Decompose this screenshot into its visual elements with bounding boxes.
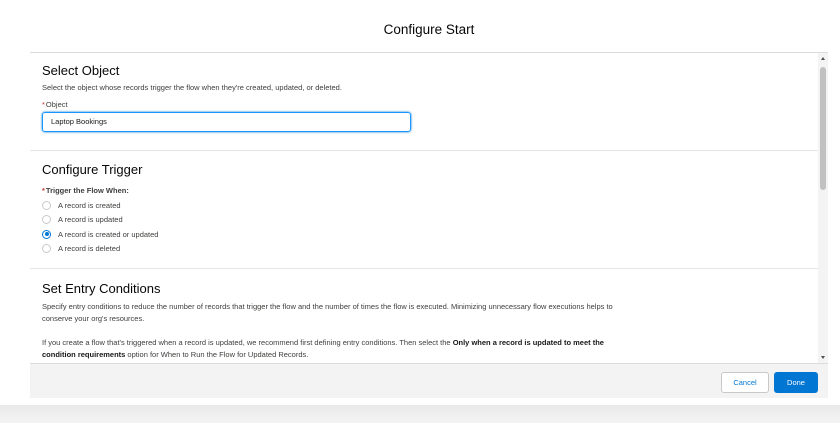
trigger-option-label: A record is updated: [58, 215, 123, 225]
radio-button-selected[interactable]: [42, 229, 51, 239]
radio-button[interactable]: [42, 244, 51, 254]
scroll-down-arrow-icon[interactable]: [821, 356, 825, 359]
trigger-radio-group: A record is created A record is updated …: [42, 198, 816, 256]
trigger-option-created[interactable]: A record is created: [42, 198, 816, 213]
configure-trigger-heading: Configure Trigger: [42, 162, 143, 177]
modal-footer: Cancel Done: [30, 363, 828, 398]
modal-body: Select Object Select the object whose re…: [30, 53, 828, 363]
select-object-section: Select Object Select the object whose re…: [30, 53, 828, 151]
entry-conditions-description: Specify entry conditions to reduce the n…: [42, 302, 613, 323]
select-object-heading: Select Object: [42, 63, 120, 78]
radio-button[interactable]: [42, 200, 51, 210]
scrollbar-thumb[interactable]: [820, 67, 826, 190]
recommendation-text: If you create a flow that's triggered wh…: [42, 338, 453, 347]
trigger-field-label: *Trigger the Flow When:: [42, 186, 816, 195]
configure-trigger-section: Configure Trigger *Trigger the Flow When…: [30, 151, 828, 269]
entry-conditions-section: Set Entry Conditions Specify entry condi…: [30, 269, 828, 361]
trigger-option-label: A record is created: [58, 200, 121, 210]
required-marker: *: [42, 186, 45, 195]
recommendation-text-end: option for When to Run the Flow for Upda…: [125, 350, 309, 359]
trigger-option-label: A record is created or updated: [58, 229, 159, 239]
trigger-option-label: A record is deleted: [58, 244, 121, 254]
page-backdrop: [0, 405, 840, 423]
trigger-option-created-or-updated[interactable]: A record is created or updated: [42, 227, 816, 242]
object-field-label: *Object: [42, 100, 816, 109]
trigger-label-text: Trigger the Flow When:: [45, 186, 129, 195]
done-button[interactable]: Done: [774, 372, 818, 393]
trigger-option-updated[interactable]: A record is updated: [42, 213, 816, 228]
modal-title: Configure Start: [383, 22, 475, 37]
modal-header: Configure Start: [30, 7, 828, 53]
object-input[interactable]: Laptop Bookings: [42, 112, 411, 132]
object-label-text: Object: [45, 100, 68, 109]
select-object-description: Select the object whose records trigger …: [42, 83, 342, 92]
scroll-up-arrow-icon[interactable]: [821, 57, 825, 60]
configure-start-modal: Configure Start Select Object Select the…: [30, 7, 828, 398]
required-marker: *: [42, 100, 45, 109]
modal-body-scrollbar[interactable]: [818, 53, 828, 363]
cancel-button[interactable]: Cancel: [721, 372, 769, 393]
entry-conditions-heading: Set Entry Conditions: [42, 281, 161, 296]
radio-button[interactable]: [42, 215, 51, 225]
entry-conditions-recommendation: If you create a flow that's triggered wh…: [42, 337, 622, 361]
trigger-option-deleted[interactable]: A record is deleted: [42, 242, 816, 257]
